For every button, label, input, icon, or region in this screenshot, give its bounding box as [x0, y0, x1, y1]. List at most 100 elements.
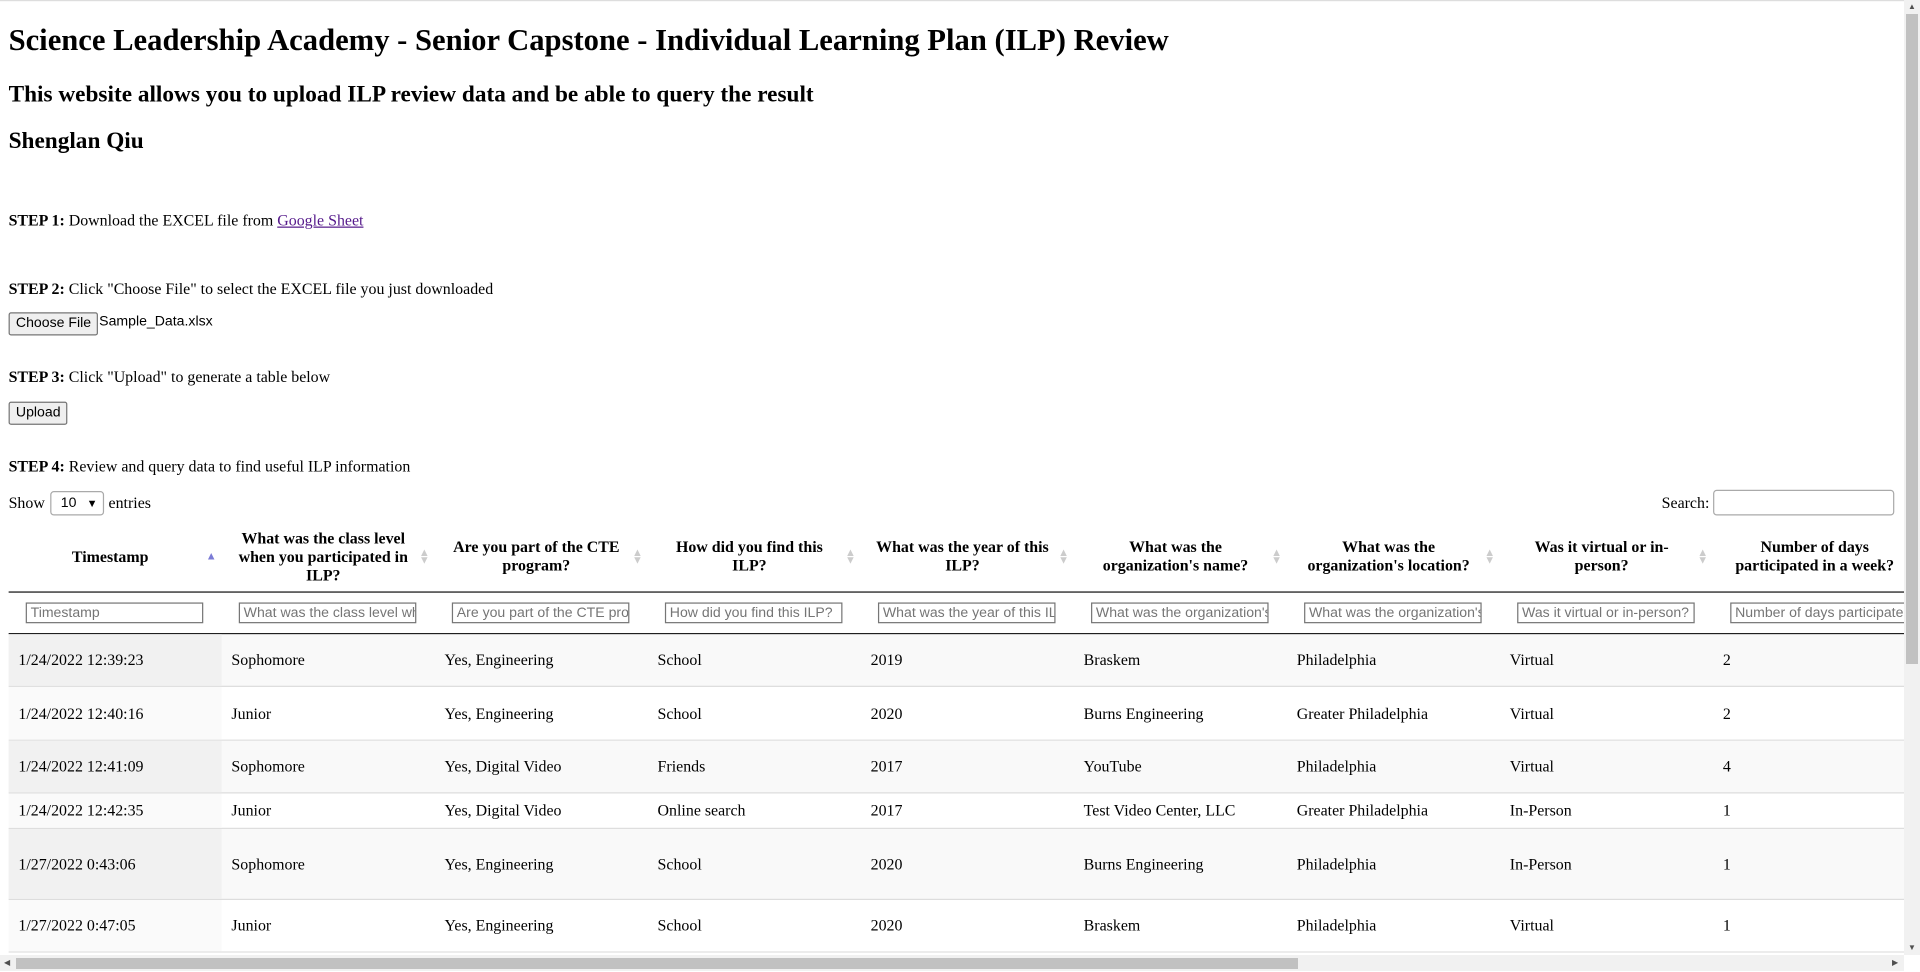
table-cell: In-Person: [1509, 800, 1572, 820]
vertical-scroll-thumb[interactable]: [1906, 14, 1918, 664]
table-cell: School: [657, 703, 702, 722]
page-subtitle: This website allows you to upload ILP re…: [8, 82, 814, 108]
table-row[interactable]: 1/24/2022 12:39:23 Sophomore Yes, Engineer…: [8, 634, 1905, 687]
column-header-label: What was the class level when you partic…: [238, 528, 408, 584]
table-cell: School: [657, 854, 702, 873]
table-cell: Yes, Engineering: [444, 703, 554, 722]
table-cell: Virtual: [1509, 756, 1554, 776]
table-cell: Burns Engineering: [1083, 854, 1204, 873]
step-1: STEP 1: Download the EXCEL file from Goo…: [9, 211, 364, 231]
column-header[interactable]: What was the class level when you partic…: [222, 520, 435, 591]
horizontal-scroll-thumb[interactable]: [16, 958, 1298, 969]
filter-cell: Are you part of the CTE program?: [435, 602, 648, 624]
column-filters: Timestamp What was the class level when y…: [8, 593, 1905, 635]
column-filter-input[interactable]: What was the organization's location?: [1304, 602, 1482, 624]
sort-icon: ▲ ▼: [1484, 546, 1496, 566]
search-control: Search:: [1661, 489, 1895, 516]
table-cell: Yes, Engineering: [444, 915, 554, 935]
table-cell: 2017: [870, 800, 903, 820]
upload-button[interactable]: Upload: [8, 401, 68, 425]
step-label: STEP 4:: [8, 456, 65, 476]
table-header: Timestamp ▲ What was the class level when …: [8, 520, 1905, 593]
column-header[interactable]: What was the organization's location? ▲ ▼: [1287, 520, 1500, 591]
table-cell: 1: [1722, 854, 1731, 873]
table-cell: Virtual: [1509, 650, 1554, 669]
scroll-right-icon[interactable]: ▶: [1892, 958, 1898, 967]
data-table: Timestamp ▲ What was the class level when …: [8, 520, 1905, 953]
table-row[interactable]: 1/24/2022 12:40:16 Junior Yes, Engineering…: [8, 686, 1905, 741]
table-cell: Greater Philadelphia: [1296, 800, 1429, 820]
sort-icon: ▲ ▼: [418, 546, 430, 566]
column-filter-input[interactable]: How did you find this ILP?: [664, 602, 843, 624]
table-cell: Philadelphia: [1296, 854, 1377, 873]
table-cell: Test Video Center, LLC: [1083, 800, 1236, 820]
column-header[interactable]: Are you part of the CTE program? ▲ ▼: [435, 520, 648, 591]
table-cell: Yes, Engineering: [444, 650, 554, 669]
column-filter-input[interactable]: What was the organization's name?: [1091, 602, 1269, 624]
table-cell: Philadelphia: [1296, 650, 1377, 669]
column-filter-input[interactable]: Are you part of the CTE program?: [451, 602, 630, 624]
page-title: Science Leadership Academy - Senior Caps…: [8, 24, 1169, 58]
search-input[interactable]: [1713, 489, 1895, 516]
table-cell: 4: [1722, 756, 1731, 776]
step-label: STEP 1:: [8, 210, 65, 229]
table-cell: 2020: [870, 703, 903, 722]
table-cell: 1/24/2022 12:42:35: [8, 793, 222, 828]
column-filter-input[interactable]: What was the class level when you partic…: [238, 602, 417, 624]
table-cell: Braskem: [1083, 650, 1141, 669]
filter-cell: What was the organization's name?: [1074, 602, 1287, 624]
sort-icon: ▲ ▼: [1058, 546, 1069, 566]
table-cell: 2020: [870, 915, 903, 935]
column-header-label: What was the organization's location?: [1307, 537, 1470, 575]
step-label: STEP 3:: [8, 367, 65, 386]
column-header[interactable]: What was the organization's name? ▲ ▼: [1074, 520, 1287, 591]
scroll-left-icon[interactable]: ◀: [4, 958, 10, 967]
table-row[interactable]: 1/27/2022 0:47:05 Junior Yes, Engineering S…: [8, 900, 1905, 953]
column-header[interactable]: Was it virtual or in-person? ▲ ▼: [1500, 520, 1713, 591]
column-header-label: Number of days participated in a week?: [1735, 537, 1895, 575]
table-cell: 1: [1722, 800, 1731, 820]
table-cell: Sophomore: [231, 854, 305, 873]
table-cell: Philadelphia: [1296, 756, 1377, 776]
table-cell: Yes, Engineering: [444, 854, 554, 873]
column-header[interactable]: What was the year of this ILP? ▲ ▼: [861, 520, 1074, 591]
step-2: STEP 2: Click "Choose File" to select th…: [9, 279, 494, 299]
column-filter-input[interactable]: What was the year of this ILP?: [877, 602, 1056, 624]
table-cell: 1/24/2022 12:39:23: [8, 634, 222, 686]
table-row[interactable]: 1/24/2022 12:42:35 Junior Yes, Digital Vid…: [8, 793, 1905, 829]
search-label: Search:: [1661, 492, 1710, 512]
page: Science Leadership Academy - Senior Caps…: [0, 0, 1905, 972]
table-cell: 1: [1722, 915, 1731, 935]
table-cell: School: [657, 915, 702, 935]
column-header[interactable]: Timestamp ▲: [9, 520, 222, 591]
table-cell: 1/24/2022 12:41:09: [8, 740, 222, 793]
vertical-scrollbar[interactable]: ▲ ▼: [1904, 0, 1920, 955]
google-sheet-link[interactable]: Google Sheet: [277, 211, 363, 229]
column-filter-input[interactable]: Number of days participated in a week?: [1730, 602, 1905, 624]
sort-ascending-icon: ▲: [205, 549, 217, 563]
table-row[interactable]: 1/27/2022 0:43:06 Sophomore Yes, Engineeri…: [8, 828, 1905, 901]
column-header[interactable]: How did you find this ILP? ▲ ▼: [648, 520, 861, 591]
column-header[interactable]: Number of days participated in a week?▲▼: [1713, 520, 1904, 591]
table-row[interactable]: 1/24/2022 12:41:09 Sophomore Yes, Digital …: [8, 740, 1905, 794]
table-cell: Sophomore: [231, 650, 305, 669]
scroll-up-icon[interactable]: ▲: [1908, 2, 1916, 11]
step-text: Review and query data to find useful ILP…: [68, 456, 411, 476]
column-filter-input[interactable]: Was it virtual or in-person?: [1517, 602, 1695, 624]
step-text: Click "Choose File" to select the EXCEL …: [68, 279, 494, 298]
step-label: STEP 2:: [8, 279, 65, 298]
table-cell: 1/27/2022 0:47:05: [8, 900, 222, 952]
column-filter-input[interactable]: Timestamp: [25, 602, 204, 624]
choose-file-button[interactable]: Choose File: [8, 312, 99, 336]
step-text: Download the EXCEL file from: [68, 210, 278, 229]
column-header-label: Are you part of the CTE program?: [453, 537, 620, 575]
table-cell: 2019: [870, 650, 903, 669]
column-header-label: Was it virtual or in-person?: [1534, 537, 1669, 575]
scroll-down-icon[interactable]: ▼: [1908, 943, 1916, 952]
table-cell: Burns Engineering: [1083, 703, 1204, 722]
horizontal-scrollbar[interactable]: ◀ ▶: [0, 955, 1904, 971]
column-header-label: What was the year of this ILP?: [876, 537, 1049, 575]
table-cell: 2: [1722, 703, 1731, 722]
table-cell: Junior: [231, 703, 272, 722]
entries-select[interactable]: 10 ▼: [49, 491, 104, 516]
